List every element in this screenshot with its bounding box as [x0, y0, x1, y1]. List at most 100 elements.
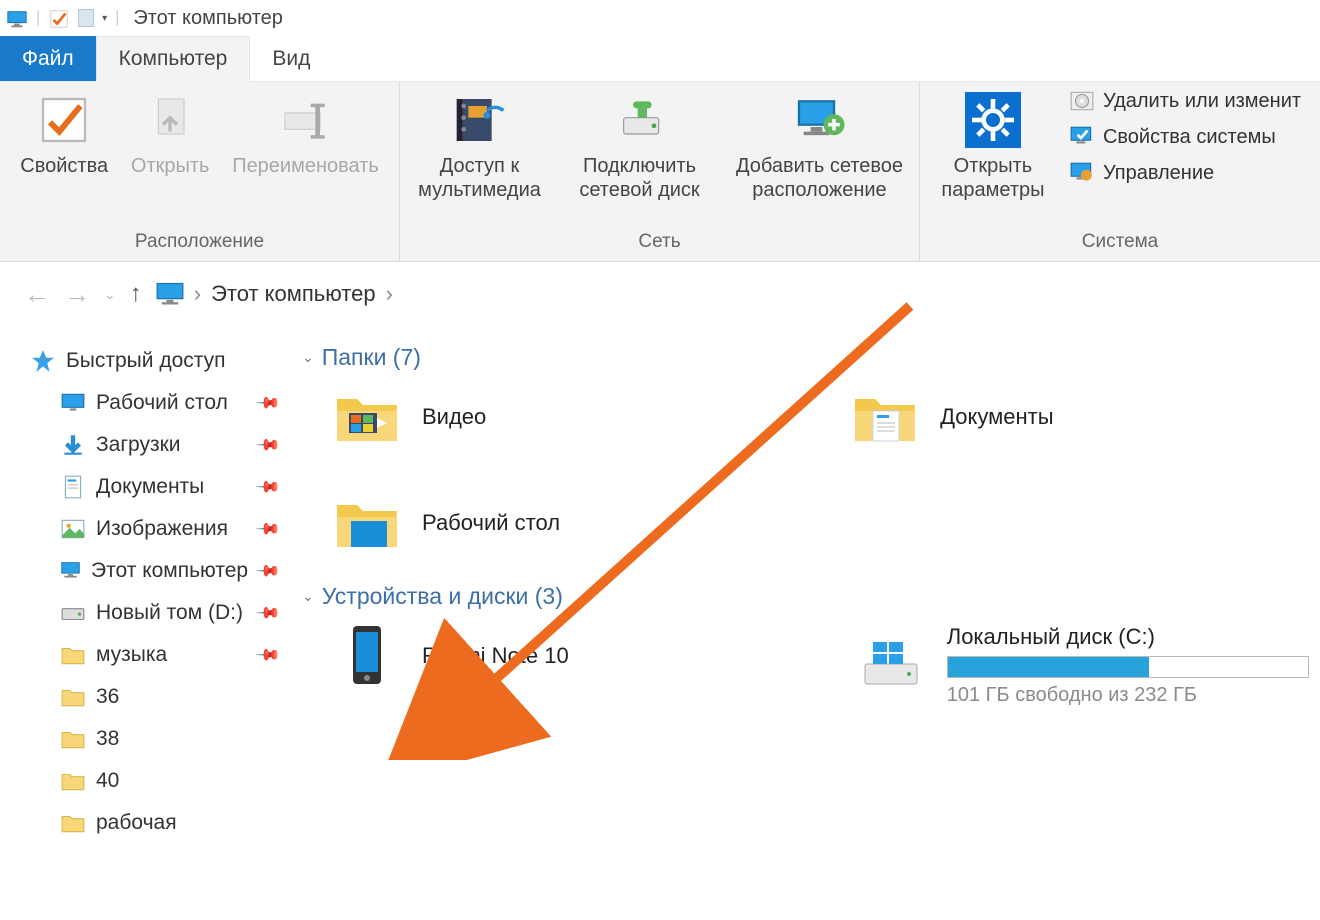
- pc-icon: [6, 8, 28, 28]
- drive-name: Локальный диск (C:): [947, 624, 1309, 650]
- star-icon: [30, 348, 56, 374]
- map-drive-label: Подключить сетевой диск: [579, 154, 699, 202]
- sidebar-item[interactable]: 38: [30, 718, 284, 760]
- add-location-button[interactable]: Добавить сетевое расположение: [725, 88, 915, 225]
- desktop-icon: [60, 390, 86, 416]
- ribbon-group-system: Открыть параметры Удалить или изменит Св…: [920, 82, 1320, 261]
- docs-icon: [60, 474, 86, 500]
- folder-icon: [60, 726, 86, 752]
- drive-free-text: 101 ГБ свободно из 232 ГБ: [947, 684, 1309, 707]
- tab-file[interactable]: Файл: [0, 36, 96, 81]
- back-button[interactable]: ←: [24, 279, 50, 310]
- sidebar-item-label: Рабочий стол: [96, 391, 228, 415]
- quick-access[interactable]: Быстрый доступ: [30, 340, 284, 382]
- folder-documents[interactable]: Документы: [850, 385, 1053, 449]
- down-icon: [60, 432, 86, 458]
- folder-icon: [60, 768, 86, 794]
- sidebar-item[interactable]: Загрузки📌: [30, 424, 284, 466]
- pin-icon: 📌: [254, 641, 282, 669]
- rename-button[interactable]: Переименовать: [228, 88, 383, 225]
- checkbox-icon: [36, 92, 92, 148]
- chevron-down-icon: ⌄: [302, 588, 314, 605]
- properties-quick-icon[interactable]: [48, 8, 70, 28]
- folder-video-icon: [332, 385, 402, 449]
- open-button[interactable]: Открыть: [122, 88, 218, 225]
- pc-icon: [60, 558, 81, 584]
- hdd-icon: [60, 600, 86, 626]
- separator: |: [36, 9, 40, 27]
- system-commands: Удалить или изменит Свойства системы Упр…: [1063, 88, 1307, 186]
- recent-dropdown-icon[interactable]: ⌄: [104, 286, 116, 303]
- open-label: Открыть: [131, 154, 210, 178]
- chevron-down-icon: ⌄: [302, 349, 314, 366]
- folder-icon: [60, 642, 86, 668]
- sidebar-item[interactable]: Новый том (D:)📌: [30, 592, 284, 634]
- uninstall-label: Удалить или изменит: [1103, 90, 1301, 113]
- folders-header[interactable]: ⌄ Папки (7): [302, 344, 1312, 371]
- wrench-icon: [1069, 160, 1095, 186]
- sidebar-item-label: 38: [96, 727, 119, 751]
- sidebar-item-label: рабочая: [96, 811, 177, 835]
- sidebar-item[interactable]: 40: [30, 760, 284, 802]
- folder-desktop[interactable]: Рабочий стол: [332, 491, 560, 555]
- sidebar-item[interactable]: Документы📌: [30, 466, 284, 508]
- tab-view[interactable]: Вид: [250, 36, 332, 81]
- doc-quick-icon[interactable]: [78, 9, 94, 27]
- sidebar-item-label: Этот компьютер: [91, 559, 248, 583]
- ribbon: Свойства Открыть Переименовать Расположе…: [0, 82, 1320, 262]
- sidebar-item-label: Документы: [96, 475, 204, 499]
- device-phone[interactable]: Redmi Note 10: [332, 624, 569, 688]
- folder-video[interactable]: Видео: [332, 385, 560, 449]
- pc-icon: [156, 282, 184, 306]
- settings-label: Открыть параметры: [941, 154, 1044, 202]
- uninstall-button[interactable]: Удалить или изменит: [1069, 88, 1301, 114]
- sidebar-item[interactable]: 36: [30, 676, 284, 718]
- pin-icon: 📌: [254, 389, 282, 417]
- navigation-pane: Быстрый доступ Рабочий стол📌Загрузки📌Док…: [0, 326, 294, 920]
- sidebar-item[interactable]: рабочая: [30, 802, 284, 844]
- ribbon-group-location: Свойства Открыть Переименовать Расположе…: [0, 82, 400, 261]
- drive-icon: [859, 634, 929, 698]
- folder-icon: [60, 684, 86, 710]
- title-bar: | ▾ | Этот компьютер: [0, 0, 1320, 36]
- map-drive-button[interactable]: Подключить сетевой диск: [565, 88, 715, 225]
- manage-label: Управление: [1103, 162, 1214, 185]
- sidebar-item[interactable]: Рабочий стол 📌: [30, 382, 284, 424]
- chevron-right-icon[interactable]: ›: [386, 281, 393, 307]
- sidebar-item[interactable]: Этот компьютер📌: [30, 550, 284, 592]
- up-button[interactable]: ↑: [130, 280, 142, 308]
- drive-network-icon: [612, 92, 668, 148]
- manage-button[interactable]: Управление: [1069, 160, 1301, 186]
- system-properties-label: Свойства системы: [1103, 126, 1276, 149]
- system-properties-button[interactable]: Свойства системы: [1069, 124, 1301, 150]
- breadcrumb-label: Этот компьютер: [211, 281, 376, 307]
- breadcrumb[interactable]: › Этот компьютер ›: [156, 281, 393, 307]
- media-access-button[interactable]: Доступ к мультимедиа: [405, 88, 555, 225]
- tab-computer[interactable]: Компьютер: [96, 36, 251, 82]
- folder-documents-icon: [850, 385, 920, 449]
- qat-dropdown-icon[interactable]: ▾: [102, 13, 107, 24]
- sidebar-item-label: 36: [96, 685, 119, 709]
- drive-c[interactable]: Локальный диск (C:) 101 ГБ свободно из 2…: [859, 624, 1309, 707]
- rename-icon: [278, 92, 334, 148]
- media-icon: [452, 92, 508, 148]
- forward-button[interactable]: →: [64, 279, 90, 310]
- devices-header[interactable]: ⌄ Устройства и диски (3): [302, 583, 1312, 610]
- ribbon-tabs: Файл Компьютер Вид: [0, 36, 1320, 82]
- settings-button[interactable]: Открыть параметры: [933, 88, 1053, 206]
- window-title: Этот компьютер: [127, 7, 283, 30]
- pin-icon: 📌: [254, 599, 282, 627]
- drive-usage-bar: [947, 656, 1309, 678]
- sidebar-item[interactable]: Изображения📌: [30, 508, 284, 550]
- pin-icon: 📌: [254, 515, 282, 543]
- folder-documents-label: Документы: [940, 404, 1053, 430]
- folder-icon: [60, 810, 86, 836]
- folders-title: Папки (7): [322, 344, 421, 371]
- properties-button[interactable]: Свойства: [16, 88, 112, 225]
- disc-icon: [1069, 88, 1095, 114]
- group-caption-network: Сеть: [638, 225, 680, 261]
- media-label: Доступ к мультимедиа: [418, 154, 541, 202]
- sidebar-item[interactable]: музыка📌: [30, 634, 284, 676]
- folder-desktop-icon: [332, 491, 402, 555]
- gear-icon: [965, 92, 1021, 148]
